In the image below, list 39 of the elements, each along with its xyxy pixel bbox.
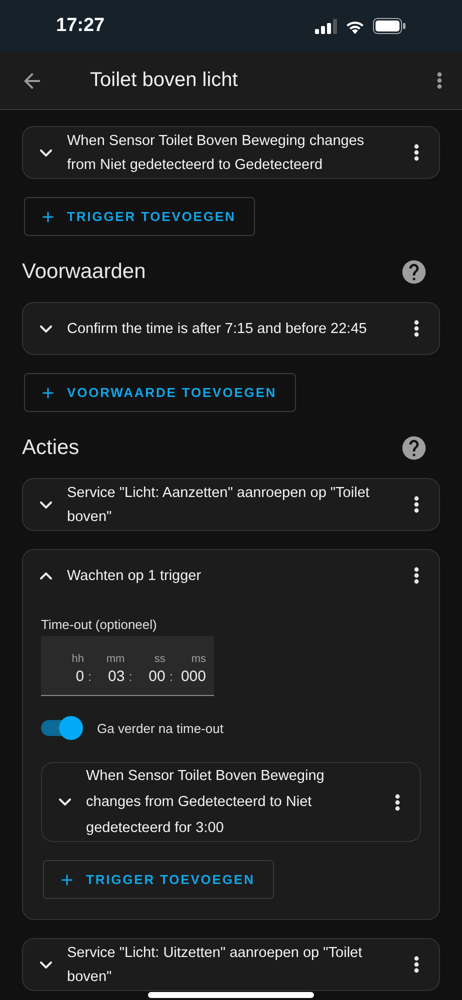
card-title: When Sensor Toilet Boven Beweging changes from Gedetecteerd to Niet gedetecteerd for 3:00 [86, 767, 326, 838]
unit-value: 0 [76, 668, 84, 685]
time-separator: : [88, 669, 92, 685]
time-separator: : [169, 669, 173, 685]
card-title: When Sensor Toilet Boven Beweging changes from Niet gedetecteerd to Gedetecteerd [67, 132, 366, 174]
page-title: Toilet boven licht [90, 69, 239, 92]
help-icon[interactable] [400, 258, 428, 286]
unit-label: ss [154, 653, 166, 665]
signal-icon [315, 18, 337, 34]
more-icon [414, 496, 419, 513]
more-icon [414, 956, 419, 973]
card-title: Service "Licht: Uitzetten" aanroepen op "Toilet boven" [67, 944, 364, 986]
card-title: Wachten op 1 trigger [67, 566, 202, 586]
duration-field[interactable]: hh 0 : mm 03 : ss 00 : ms 000 [41, 636, 214, 696]
unit-value: 00 [148, 668, 166, 685]
more-icon [437, 72, 442, 89]
toggle-label: Ga verder na time-out [97, 720, 224, 736]
battery-icon [373, 18, 406, 34]
section-title: Acties [22, 436, 80, 460]
unit-value: 000 [180, 668, 206, 685]
more-icon [395, 794, 400, 810]
unit-label: hh [72, 653, 84, 665]
add-button[interactable]: TRIGGER TOEVOEGEN [24, 197, 255, 236]
more-icon [414, 144, 419, 161]
add-button[interactable]: VOORWAARDE TOEVOEGEN [24, 373, 296, 412]
section-title: Voorwaarden [22, 260, 146, 284]
card-title: Service "Licht: Aanzetten" aanroepen op "Toilet boven" [67, 484, 370, 526]
card-title: Confirm the time is after 7:15 and before 22:45 [67, 320, 368, 338]
unit-label: mm [106, 653, 125, 665]
more-icon [414, 567, 419, 584]
help-icon[interactable] [400, 434, 428, 462]
more-icon [414, 320, 419, 337]
field-label: Time-out (optioneel) [41, 617, 158, 632]
unit-value: 03 [108, 668, 125, 685]
time-separator: : [128, 669, 132, 685]
wifi-icon [345, 18, 365, 34]
add-button[interactable]: TRIGGER TOEVOEGEN [43, 860, 274, 899]
unit-label: ms [191, 653, 206, 665]
status-time: 17:27 [56, 15, 105, 37]
